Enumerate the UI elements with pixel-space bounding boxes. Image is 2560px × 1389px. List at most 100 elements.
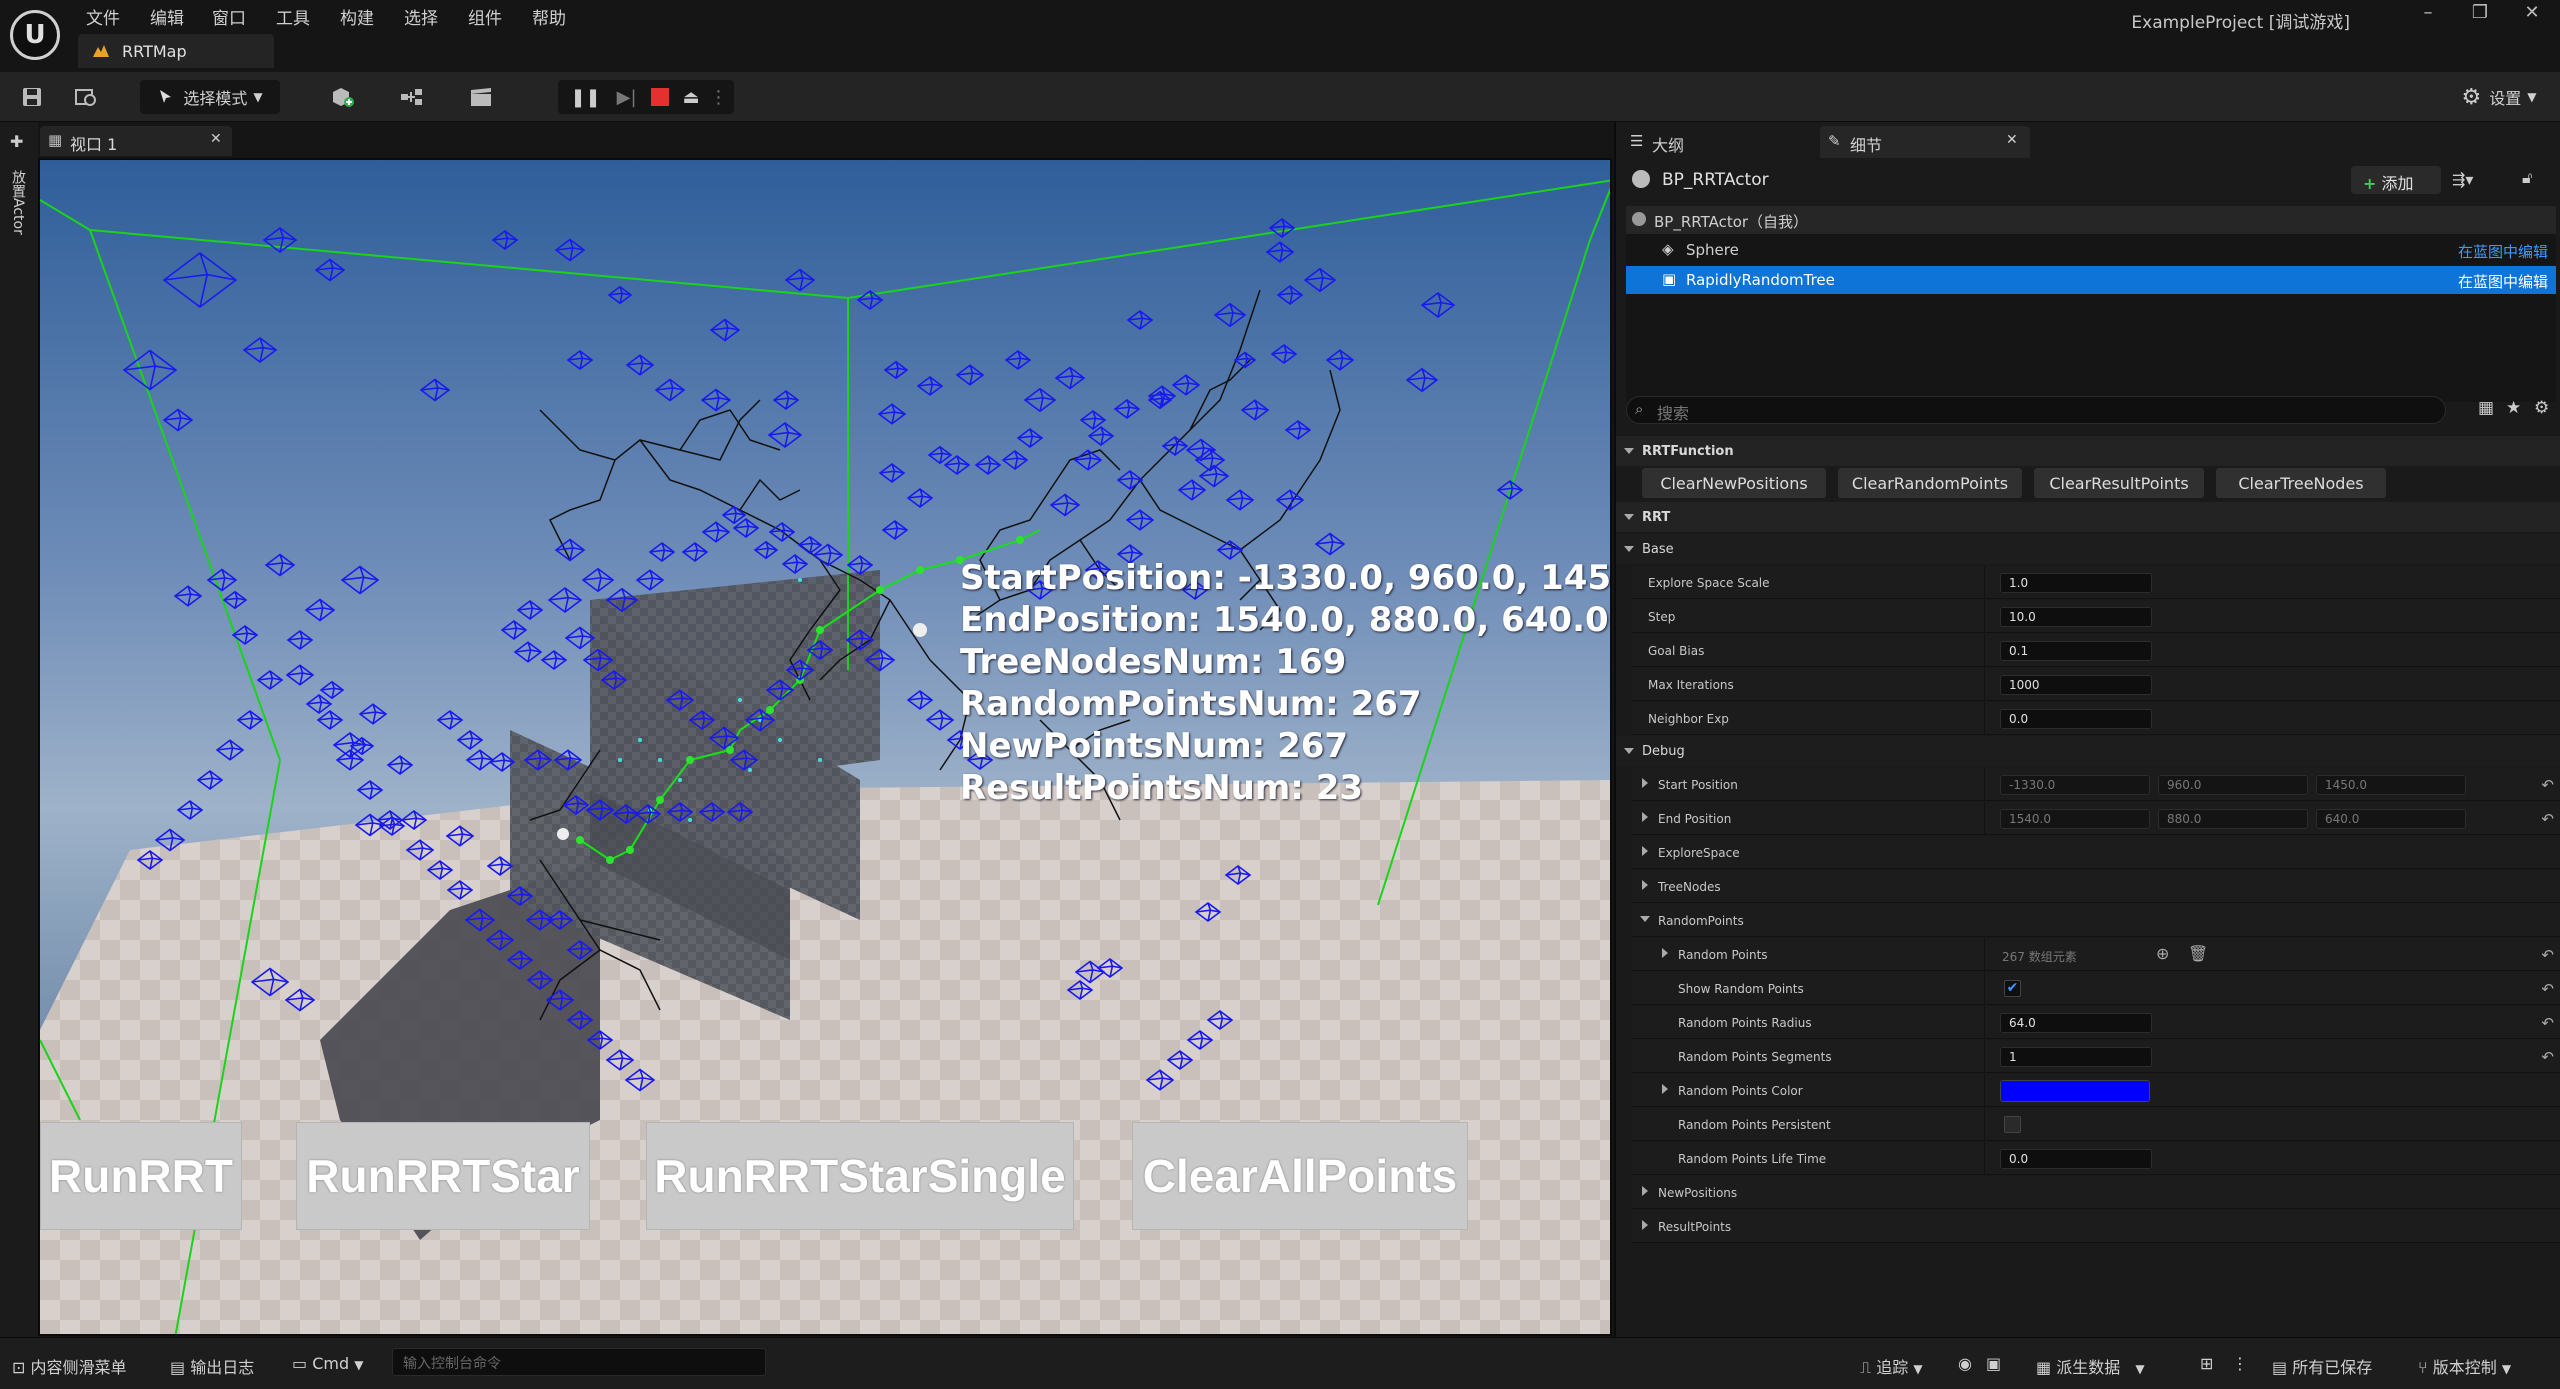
eject-icon[interactable]: ⏏: [683, 87, 700, 108]
trash-icon[interactable]: 🗑︎: [2188, 944, 2208, 963]
save-icon[interactable]: [16, 80, 48, 114]
reset-arrow-icon[interactable]: ↶: [2541, 1048, 2554, 1066]
content-drawer-button[interactable]: ⊡ 内容侧滑菜单: [12, 1354, 127, 1378]
menu-edit[interactable]: 编辑: [150, 4, 184, 29]
start-position-y[interactable]: 960.0: [2158, 775, 2308, 795]
pause-icon[interactable]: ❚❚: [570, 87, 600, 108]
menu-window[interactable]: 窗口: [212, 4, 246, 29]
close-icon[interactable]: ✕: [2006, 132, 2018, 148]
settings-button[interactable]: ⚙ 设置 ▼: [2444, 80, 2554, 114]
component-sphere[interactable]: ◈ Sphere 在蓝图中编辑: [1626, 236, 2556, 264]
reset-arrow-icon[interactable]: ↶: [2541, 776, 2554, 794]
prop-random-points-group[interactable]: RandomPoints: [1632, 904, 2560, 937]
expand-arrow-icon[interactable]: [1642, 1220, 1648, 1230]
random-points-segments-input[interactable]: 1: [2000, 1047, 2152, 1067]
add-component-button[interactable]: + 添加: [2351, 166, 2441, 194]
end-position-x[interactable]: 1540.0: [2000, 809, 2150, 829]
run-rrt-star-single-button[interactable]: RunRRTStarSingle: [646, 1122, 1074, 1230]
goal-bias-input[interactable]: 0.1: [2000, 641, 2152, 661]
expand-arrow-icon[interactable]: [1642, 1186, 1648, 1196]
record-icon[interactable]: ◉: [1958, 1354, 1972, 1373]
run-rrt-star-button[interactable]: RunRRTStar: [296, 1122, 590, 1230]
expand-arrow-icon[interactable]: [1662, 948, 1668, 958]
output-log-button[interactable]: ▤ 输出日志: [170, 1354, 254, 1378]
reset-arrow-icon[interactable]: ↶: [2541, 810, 2554, 828]
expand-arrow-icon[interactable]: [1662, 1084, 1668, 1094]
random-points-radius-input[interactable]: 64.0: [2000, 1013, 2152, 1033]
tab-outliner[interactable]: ☰ 大纲: [1622, 126, 1782, 158]
edit-in-blueprint-link[interactable]: 在蓝图中编辑: [2458, 271, 2548, 292]
step-input[interactable]: 10.0: [2000, 607, 2152, 627]
reset-arrow-icon[interactable]: ↶: [2541, 946, 2554, 964]
clear-result-points-button[interactable]: ClearResultPoints: [2034, 468, 2204, 498]
minimize-icon[interactable]: –: [2408, 2, 2448, 23]
menu-tools[interactable]: 工具: [276, 4, 310, 29]
section-rrt[interactable]: RRT: [1616, 502, 2560, 532]
add-element-icon[interactable]: ⊕: [2156, 944, 2169, 963]
prop-new-positions[interactable]: NewPositions: [1632, 1176, 2560, 1209]
section-base[interactable]: Base: [1616, 534, 2560, 564]
section-rrt-function[interactable]: RRTFunction: [1616, 436, 2560, 466]
level-tab[interactable]: RRTMap: [78, 34, 274, 68]
lock-icon[interactable]: 🔓︎: [2522, 168, 2532, 188]
section-debug[interactable]: Debug: [1616, 736, 2560, 766]
maximize-icon[interactable]: ❐: [2460, 2, 2500, 23]
select-mode-dropdown[interactable]: 选择模式 ▼: [140, 80, 280, 114]
menu-help[interactable]: 帮助: [532, 4, 566, 29]
close-icon[interactable]: ✕: [210, 131, 222, 147]
level-viewport[interactable]: StartPosition: -1330.0, 960.0, 1450.0 En…: [38, 158, 1612, 1336]
derived-data-dropdown[interactable]: ▦ 派生数据 ▼: [2036, 1354, 2145, 1378]
end-position-z[interactable]: 640.0: [2316, 809, 2466, 829]
reset-arrow-icon[interactable]: ↶: [2541, 980, 2554, 998]
trace-dropdown[interactable]: ⎍ 追踪 ▼: [1860, 1354, 1923, 1378]
unreal-logo-icon[interactable]: U: [10, 10, 60, 60]
more-options-icon[interactable]: ⋮: [710, 87, 728, 108]
console-command-input[interactable]: 输入控制台命令: [392, 1348, 766, 1376]
clear-new-positions-button[interactable]: ClearNewPositions: [1642, 468, 1826, 498]
expand-arrow-icon[interactable]: [1642, 812, 1648, 822]
expand-arrow-icon[interactable]: [1642, 880, 1648, 890]
menu-build[interactable]: 构建: [340, 4, 374, 29]
collapse-arrow-icon[interactable]: [1640, 916, 1650, 922]
star-icon[interactable]: ★: [2506, 398, 2521, 418]
step-icon[interactable]: ▶|: [617, 87, 637, 108]
place-actor-tab[interactable]: 放置Actor: [10, 170, 28, 235]
component-rapidly-random-tree[interactable]: ▣ RapidlyRandomTree 在蓝图中编辑: [1626, 266, 2556, 294]
blueprint-options-icon[interactable]: ⇶▾: [2452, 170, 2473, 189]
start-position-x[interactable]: -1330.0: [2000, 775, 2150, 795]
prop-tree-nodes[interactable]: TreeNodes: [1632, 870, 2560, 903]
source-status-icon[interactable]: ⊞: [2200, 1354, 2213, 1373]
component-root[interactable]: BP_RRTActor（自我）: [1626, 206, 2556, 234]
viewport-tab[interactable]: ▦ 视口 1 ✕: [40, 126, 232, 156]
show-random-points-checkbox[interactable]: ✔: [2004, 980, 2021, 997]
menu-file[interactable]: 文件: [86, 4, 120, 29]
explore-space-scale-input[interactable]: 1.0: [2000, 573, 2152, 593]
source-control-dropdown[interactable]: ⑂ 版本控制 ▼: [2418, 1354, 2511, 1378]
neighbor-exp-input[interactable]: 0.0: [2000, 709, 2152, 729]
prop-result-points[interactable]: ResultPoints: [1632, 1210, 2560, 1243]
end-position-y[interactable]: 880.0: [2158, 809, 2308, 829]
clear-random-points-button[interactable]: ClearRandomPoints: [1838, 468, 2022, 498]
menu-actor[interactable]: 组件: [468, 4, 502, 29]
camera-icon[interactable]: ▣: [1986, 1354, 2001, 1373]
start-position-z[interactable]: 1450.0: [2316, 775, 2466, 795]
place-actor-icon[interactable]: ✚: [10, 132, 23, 151]
cinematics-icon[interactable]: [458, 80, 508, 114]
run-rrt-button[interactable]: RunRRT: [40, 1122, 242, 1230]
tab-details[interactable]: ✎ 细节 ✕: [1820, 126, 2030, 158]
random-points-color-swatch[interactable]: [2000, 1080, 2150, 1102]
random-points-life-time-input[interactable]: 0.0: [2000, 1149, 2152, 1169]
browse-icon[interactable]: [70, 80, 102, 114]
expand-arrow-icon[interactable]: [1642, 846, 1648, 856]
cmd-dropdown[interactable]: ▭ Cmd ▼: [292, 1354, 363, 1373]
gear-icon[interactable]: ⚙: [2534, 398, 2549, 418]
clear-all-points-button[interactable]: ClearAllPoints: [1132, 1122, 1468, 1230]
max-iterations-input[interactable]: 1000: [2000, 675, 2152, 695]
blueprint-icon[interactable]: [388, 80, 438, 114]
expand-arrow-icon[interactable]: [1642, 778, 1648, 788]
prop-explore-space[interactable]: ExploreSpace: [1632, 836, 2560, 869]
details-search-input[interactable]: ⌕ 搜索: [1626, 396, 2446, 424]
all-saved-button[interactable]: ▤ 所有已保存: [2272, 1354, 2372, 1378]
stop-icon[interactable]: [650, 88, 669, 106]
menu-select[interactable]: 选择: [404, 4, 438, 29]
